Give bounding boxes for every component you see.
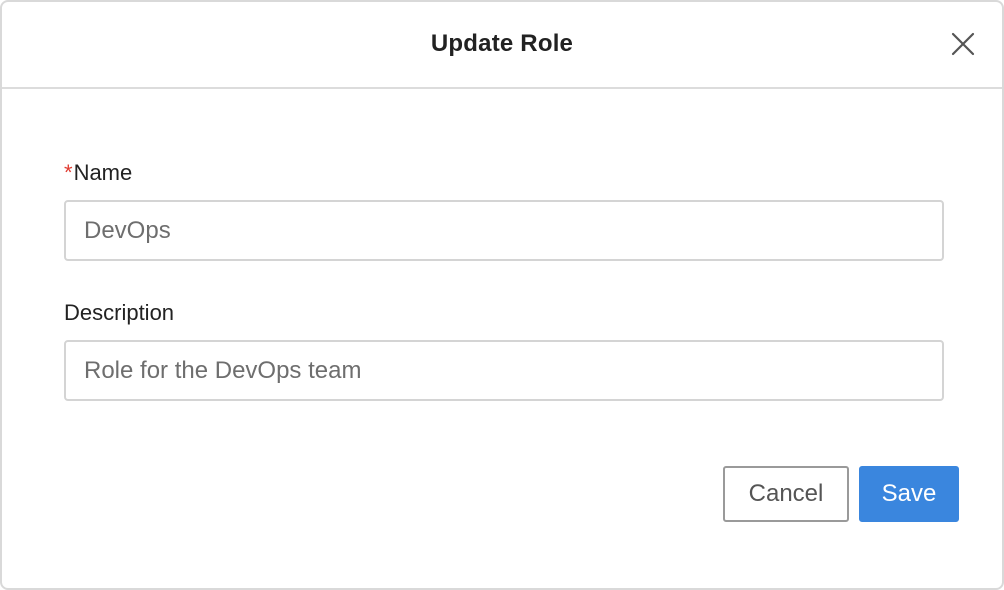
description-label: Description bbox=[64, 300, 175, 325]
close-icon bbox=[951, 32, 975, 61]
cancel-button[interactable]: Cancel bbox=[723, 466, 849, 522]
dialog-header: Update Role bbox=[2, 2, 1002, 89]
description-input[interactable] bbox=[64, 340, 944, 401]
required-marker: * bbox=[64, 160, 73, 185]
save-button[interactable]: Save bbox=[859, 466, 959, 522]
name-label: *Name bbox=[64, 160, 132, 186]
name-input[interactable] bbox=[64, 200, 944, 261]
name-label-text: Name bbox=[73, 160, 133, 185]
dialog-title: Update Role bbox=[430, 30, 574, 57]
update-role-dialog: Update Role *Name Description Cancel Sav… bbox=[0, 0, 1004, 590]
close-button[interactable] bbox=[945, 28, 981, 64]
